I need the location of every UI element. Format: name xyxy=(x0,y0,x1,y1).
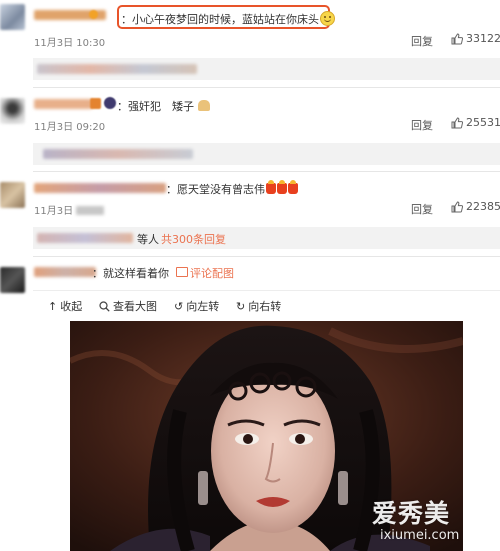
comment-time: 11月3日 10:30 xyxy=(34,38,106,49)
sub-reply-bar[interactable] xyxy=(33,58,500,80)
rotate-right-label: 向右转 xyxy=(248,300,282,313)
view-large-button[interactable]: 查看大图 xyxy=(99,298,157,314)
avatar[interactable] xyxy=(0,98,25,124)
comment-time-date: 11月3日 xyxy=(34,206,74,217)
rotate-right-button[interactable]: ↻ 向右转 xyxy=(236,298,281,314)
comment-time: 11月3日 09:20 xyxy=(34,122,106,133)
sub-reply-blurred xyxy=(37,233,133,243)
comment-text-content: ：就这样看着你 xyxy=(92,267,169,280)
like-button[interactable]: 22385 xyxy=(451,200,500,213)
reply-button[interactable]: 回复 xyxy=(411,201,433,217)
badge-icon xyxy=(90,98,101,109)
rotate-left-label: 向左转 xyxy=(186,300,220,313)
like-button[interactable]: 33122 xyxy=(451,32,500,45)
comment-text: ：愿天堂没有曾志伟 xyxy=(166,180,298,197)
collapse-button[interactable]: ↑ 收起 xyxy=(48,298,82,314)
candle-emoji-icon xyxy=(266,180,276,194)
like-count: 33122 xyxy=(466,32,500,45)
comment-text: ：强奸犯 矮子 xyxy=(117,98,210,114)
watermark-url: ixiumei.com xyxy=(380,528,460,543)
rotate-left-button[interactable]: ↺ 向左转 xyxy=(174,298,219,314)
like-count: 25531 xyxy=(466,116,500,129)
sub-reply-blurred xyxy=(43,149,193,159)
avatar[interactable] xyxy=(0,267,25,293)
candle-emoji-icon xyxy=(288,180,298,194)
rotate-left-icon: ↺ xyxy=(174,299,184,313)
comment-image-link[interactable]: 评论配图 xyxy=(176,265,234,281)
image-icon xyxy=(176,267,188,277)
comment-text-content: ：小心午夜梦回的时候，蓝姑站在你床头 xyxy=(121,13,319,26)
rotate-right-icon: ↻ xyxy=(236,299,246,313)
divider xyxy=(33,256,500,257)
sub-reply-prefix: 等人 xyxy=(137,233,159,246)
more-replies-link[interactable]: 共300条回复 xyxy=(161,231,226,247)
smile-emoji-icon xyxy=(320,11,335,26)
comment-text-content: ：愿天堂没有曾志伟 xyxy=(166,183,265,196)
comment-text: ：小心午夜梦回的时候，蓝姑站在你床头 xyxy=(121,11,335,27)
username-blurred[interactable] xyxy=(34,267,96,277)
username-blurred[interactable] xyxy=(34,99,92,109)
view-large-label: 查看大图 xyxy=(113,300,157,313)
like-count: 22385 xyxy=(466,200,500,213)
vip-badge-icon xyxy=(89,10,98,19)
comment-text: ：就这样看着你 xyxy=(92,265,169,281)
thumbs-up-icon xyxy=(451,116,463,128)
thumbs-up-icon xyxy=(451,200,463,212)
sub-reply-bar[interactable] xyxy=(33,143,500,165)
collapse-label: 收起 xyxy=(60,300,83,313)
sub-reply-blurred xyxy=(37,64,197,74)
divider xyxy=(33,87,500,88)
candle-emoji-icon xyxy=(277,180,287,194)
avatar[interactable] xyxy=(0,4,25,30)
time-blurred xyxy=(76,206,105,215)
magnifier-icon xyxy=(99,300,110,312)
flex-emoji-icon xyxy=(197,100,210,111)
image-toolbar xyxy=(33,290,500,291)
reply-button[interactable]: 回复 xyxy=(411,117,433,133)
thumbs-up-icon xyxy=(451,32,463,44)
comment-image-link-text: 评论配图 xyxy=(190,267,234,280)
watermark-logo: 爱秀美 xyxy=(372,499,451,528)
comment-time: 11月3日 xyxy=(34,202,105,217)
divider xyxy=(33,171,500,172)
arrow-up-icon: ↑ xyxy=(48,299,58,313)
comment-text-content: ：强奸犯 矮子 xyxy=(117,100,194,113)
like-button[interactable]: 25531 xyxy=(451,116,500,129)
reply-button[interactable]: 回复 xyxy=(411,33,433,49)
avatar-badge-icon xyxy=(104,97,116,109)
sub-reply-bar[interactable]: 等人 共300条回复 xyxy=(33,227,500,249)
avatar[interactable] xyxy=(0,182,25,208)
username-blurred[interactable] xyxy=(34,183,166,193)
